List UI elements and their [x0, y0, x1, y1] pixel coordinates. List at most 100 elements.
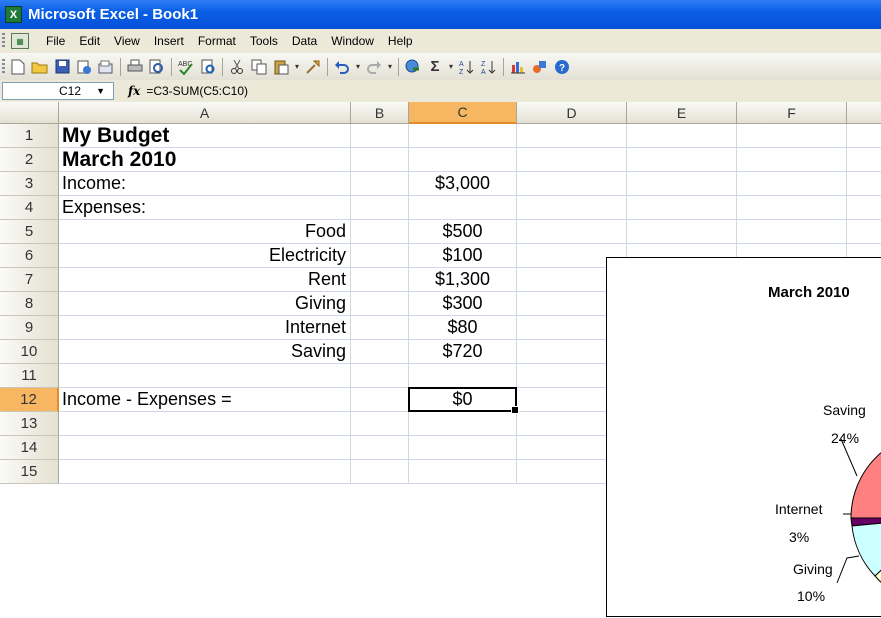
fill-handle[interactable] [511, 406, 519, 414]
undo-icon[interactable] [332, 57, 352, 77]
cell-c14[interactable] [409, 436, 517, 460]
hyperlink-icon[interactable] [403, 57, 423, 77]
cell[interactable] [847, 148, 881, 172]
research-icon[interactable] [198, 57, 218, 77]
chevron-down-icon[interactable]: ▼ [96, 86, 105, 96]
cell[interactable] [351, 412, 409, 436]
cell-c3[interactable]: $3,000 [409, 172, 517, 196]
row-header[interactable]: 12 [0, 388, 59, 412]
menu-edit[interactable]: Edit [72, 34, 107, 48]
cell[interactable] [737, 148, 847, 172]
pie-slice-internet[interactable] [850, 517, 881, 527]
pie-chart[interactable]: March 2010 Saving 24% Internet 3% Giving… [606, 257, 881, 617]
redo-icon[interactable] [364, 57, 384, 77]
row-header[interactable]: 6 [0, 244, 59, 268]
menu-tools[interactable]: Tools [243, 34, 285, 48]
menu-window[interactable]: Window [324, 34, 381, 48]
cell-a14[interactable] [59, 436, 351, 460]
cell[interactable] [351, 460, 409, 484]
menu-file[interactable]: File [39, 34, 72, 48]
cell-a6[interactable]: Electricity [59, 244, 351, 268]
column-header-d[interactable]: D [517, 102, 627, 124]
cell[interactable] [737, 196, 847, 220]
cell-c8[interactable]: $300 [409, 292, 517, 316]
cell[interactable] [351, 436, 409, 460]
cell[interactable] [351, 364, 409, 388]
format-painter-icon[interactable] [303, 57, 323, 77]
copy-icon[interactable] [249, 57, 269, 77]
sort-descending-icon[interactable]: ZA [479, 57, 499, 77]
print-preview-icon[interactable] [147, 57, 167, 77]
cell-c6[interactable]: $100 [409, 244, 517, 268]
autosum-icon[interactable]: Σ [425, 57, 445, 77]
cell[interactable] [847, 220, 881, 244]
menu-data[interactable]: Data [285, 34, 324, 48]
column-header-c[interactable]: C [409, 102, 517, 124]
cell[interactable] [351, 172, 409, 196]
row-header[interactable]: 1 [0, 124, 59, 148]
cell[interactable] [351, 124, 409, 148]
cell-c13[interactable] [409, 412, 517, 436]
print-icon[interactable] [125, 57, 145, 77]
cell[interactable] [847, 124, 881, 148]
save-icon[interactable] [52, 57, 72, 77]
column-header-b[interactable]: B [351, 102, 409, 124]
column-header-f[interactable]: F [737, 102, 847, 124]
column-header-e[interactable]: E [627, 102, 737, 124]
cell[interactable] [737, 172, 847, 196]
autosum-dropdown-icon[interactable]: ▾ [447, 57, 455, 77]
row-header[interactable]: 7 [0, 268, 59, 292]
cell-a3[interactable]: Income: [59, 172, 351, 196]
cell[interactable] [847, 172, 881, 196]
sort-ascending-icon[interactable]: AZ [457, 57, 477, 77]
cell[interactable] [517, 172, 627, 196]
cell[interactable] [627, 196, 737, 220]
row-header[interactable]: 14 [0, 436, 59, 460]
row-header[interactable]: 3 [0, 172, 59, 196]
menu-help[interactable]: Help [381, 34, 420, 48]
cell-a15[interactable] [59, 460, 351, 484]
row-header[interactable]: 11 [0, 364, 59, 388]
workbook-icon[interactable]: ▦ [11, 33, 29, 49]
menu-format[interactable]: Format [191, 34, 243, 48]
row-header[interactable]: 4 [0, 196, 59, 220]
cell-a13[interactable] [59, 412, 351, 436]
cell-a11[interactable] [59, 364, 351, 388]
spelling-icon[interactable]: ABC [176, 57, 196, 77]
cell-a8[interactable]: Giving [59, 292, 351, 316]
row-header[interactable]: 15 [0, 460, 59, 484]
cell[interactable] [351, 220, 409, 244]
redo-dropdown-icon[interactable]: ▾ [386, 57, 394, 77]
excel-icon[interactable]: X [5, 6, 22, 23]
column-header-g[interactable] [847, 102, 881, 124]
cell-a10[interactable]: Saving [59, 340, 351, 364]
cell-a5[interactable]: Food [59, 220, 351, 244]
drawing-icon[interactable] [530, 57, 550, 77]
cell-c7[interactable]: $1,300 [409, 268, 517, 292]
open-icon[interactable] [30, 57, 50, 77]
cell-a1[interactable]: My Budget [59, 124, 351, 148]
column-header-a[interactable]: A [59, 102, 351, 124]
row-header[interactable]: 9 [0, 316, 59, 340]
cell[interactable] [351, 316, 409, 340]
cell[interactable] [351, 268, 409, 292]
cell[interactable] [351, 148, 409, 172]
chart-wizard-icon[interactable] [508, 57, 528, 77]
pie-slice-giving[interactable] [851, 518, 881, 577]
cell-a12[interactable]: Income - Expenses = [59, 388, 351, 412]
row-header[interactable]: 8 [0, 292, 59, 316]
cell[interactable] [627, 124, 737, 148]
undo-dropdown-icon[interactable]: ▾ [354, 57, 362, 77]
cell-c5[interactable]: $500 [409, 220, 517, 244]
email-icon[interactable] [96, 57, 116, 77]
cell-c11[interactable] [409, 364, 517, 388]
row-header[interactable]: 10 [0, 340, 59, 364]
cell[interactable] [517, 196, 627, 220]
cell[interactable] [627, 172, 737, 196]
menu-view[interactable]: View [107, 34, 147, 48]
cell[interactable] [627, 148, 737, 172]
cell-a2[interactable]: March 2010 [59, 148, 351, 172]
menu-insert[interactable]: Insert [147, 34, 191, 48]
cell-c15[interactable] [409, 460, 517, 484]
cell[interactable] [517, 124, 627, 148]
